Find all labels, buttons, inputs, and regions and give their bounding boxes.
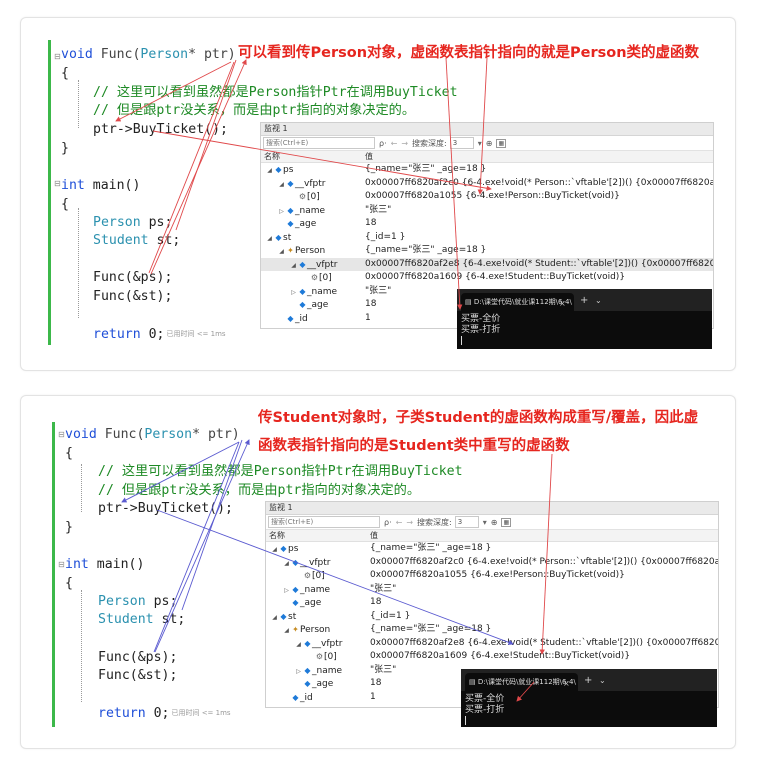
- arrow-line: [154, 439, 250, 653]
- top-screenshot-panel: ⊟ ⊟ void Func(Person* ptr) { // 这里可以看到虽然…: [20, 17, 736, 371]
- annotation-arrows: [115, 57, 492, 310]
- arrow-line: [156, 509, 514, 645]
- bottom-screenshot-panel: ⊟ ⊟ void Func(Person* ptr) { // 这里可以看到虽然…: [20, 395, 736, 749]
- arrow-line: [152, 130, 492, 191]
- arrow-line: [516, 681, 535, 702]
- arrow-line: [181, 439, 243, 611]
- arrow-line: [121, 441, 240, 503]
- arrow-line: [148, 61, 235, 274]
- arrow-line: [477, 57, 488, 195]
- annotation-arrows: [121, 439, 553, 702]
- arrow-line: [153, 441, 240, 653]
- arrow-line: [539, 453, 553, 655]
